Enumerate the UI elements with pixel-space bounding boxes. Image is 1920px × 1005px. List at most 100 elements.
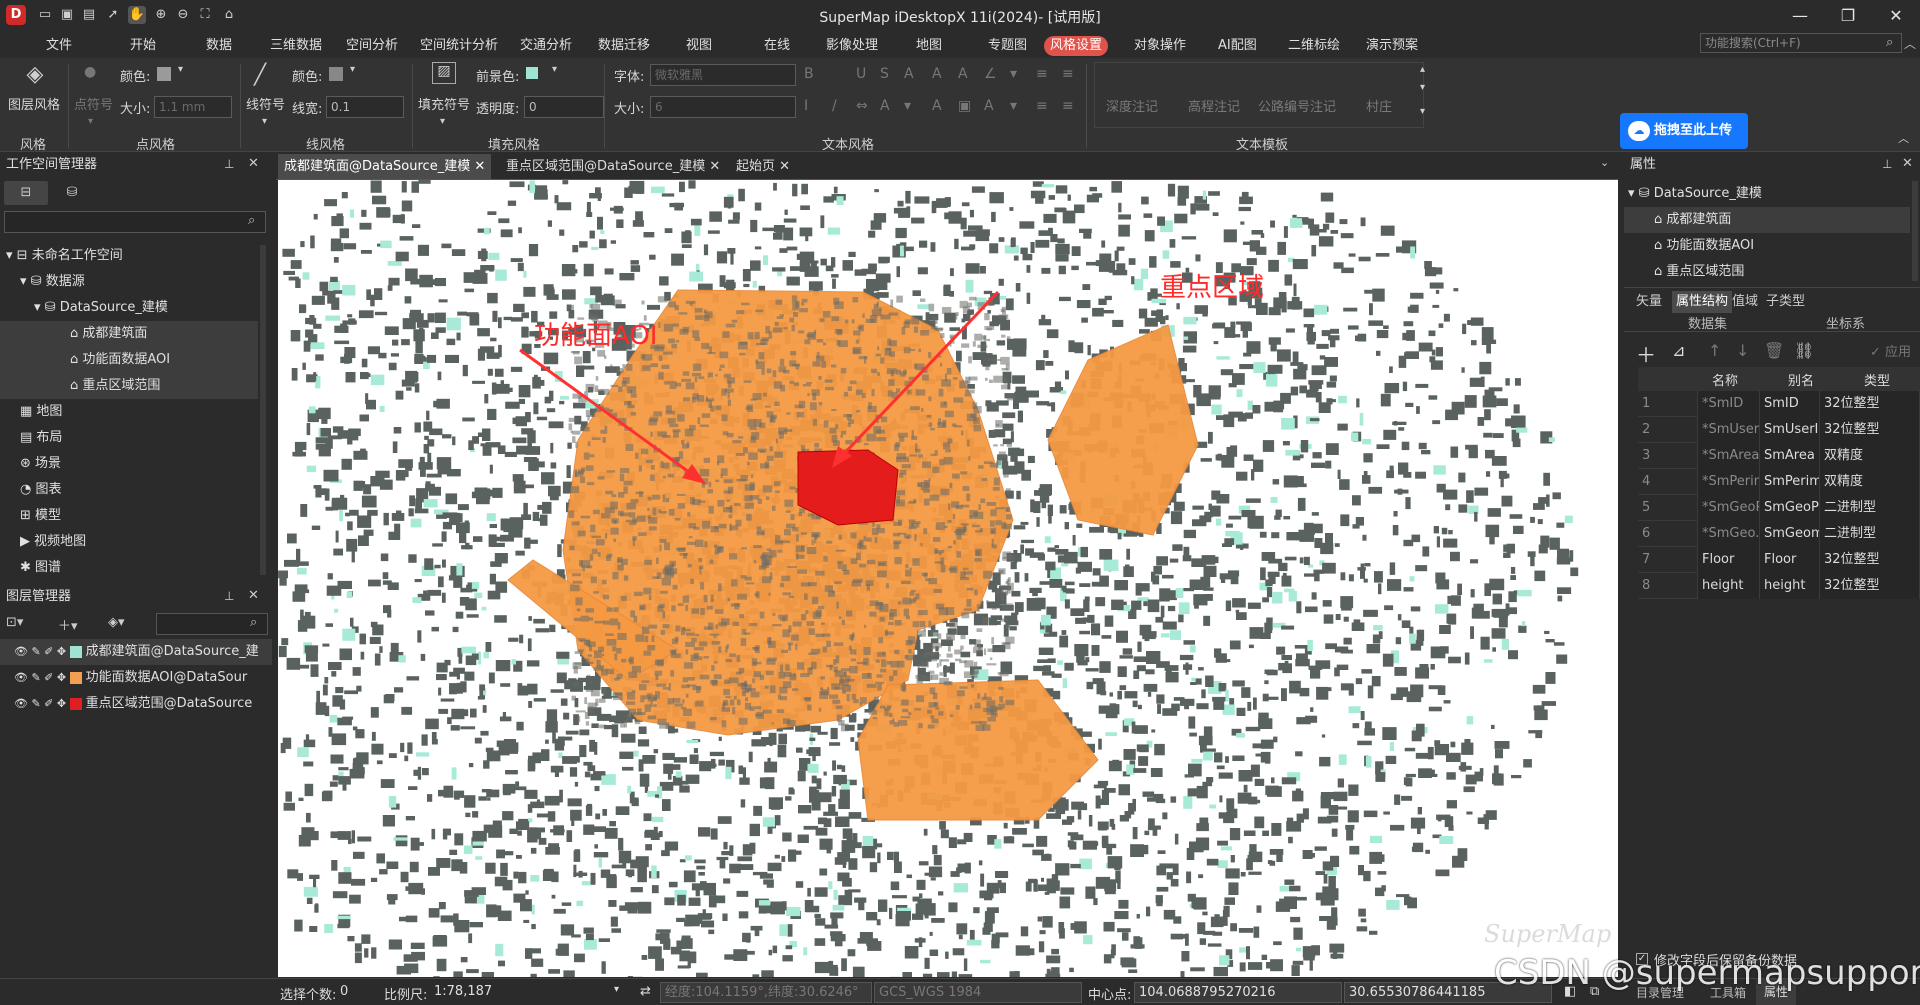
row-index[interactable]: 6	[1638, 521, 1698, 547]
text-stretch-icon[interactable]: ⇔	[856, 98, 868, 114]
field-alias[interactable]: SmArea	[1760, 443, 1820, 469]
field-alias[interactable]: SmUserID	[1760, 417, 1820, 443]
search-icon[interactable]: ⌕	[1886, 35, 1893, 50]
align-center-icon[interactable]: ≡	[1062, 66, 1074, 82]
row-index[interactable]: 1	[1638, 391, 1698, 417]
property-tab[interactable]: 值域	[1728, 291, 1762, 313]
point-size-input[interactable]: 1.1 mm	[154, 96, 232, 118]
add-layer-icon[interactable]: ＋▾	[58, 615, 78, 634]
table-row[interactable]: 8 height height 32位整型	[1638, 573, 1920, 599]
field-alias[interactable]: SmGeoPa...	[1760, 495, 1820, 521]
chevron-down-icon[interactable]: ▾	[1010, 66, 1017, 82]
menu-item[interactable]: 地图	[910, 36, 948, 56]
field-alias[interactable]: SmPerim...	[1760, 469, 1820, 495]
underline-icon[interactable]: U	[856, 66, 866, 82]
scale-input[interactable]: 1:78,187	[430, 982, 630, 1003]
menu-item[interactable]: AI配图	[1212, 36, 1263, 56]
menu-item[interactable]: 空间统计分析	[414, 36, 504, 56]
close-icon[interactable]: ✕	[248, 588, 259, 603]
apply-button[interactable]: ✓ 应用	[1870, 341, 1911, 360]
gallery-expand-icon[interactable]: ▾	[1420, 106, 1425, 117]
link-icon[interactable]: ⛓	[1794, 341, 1814, 360]
layer-visibility-icon[interactable]: 👁 ✎ ✐ ✥	[14, 645, 70, 658]
pin-icon[interactable]: ⊥	[1882, 157, 1892, 171]
rotate-text-icon[interactable]: ∠	[984, 66, 997, 82]
shadow-text-icon[interactable]: A	[958, 66, 968, 82]
close-icon[interactable]: ✕	[248, 156, 259, 171]
graphs-node[interactable]: ✱ 图谱	[0, 555, 258, 581]
line-icon[interactable]: ╱	[254, 62, 266, 86]
field-name[interactable]: *SmID	[1698, 391, 1760, 417]
datasources-node[interactable]: ▾ ⛁ 数据源	[0, 269, 258, 295]
tab-list-icon[interactable]: ⌄	[1600, 156, 1609, 169]
chevron-down-icon[interactable]: ▾	[178, 64, 183, 75]
charts-node[interactable]: ◔ 图表	[0, 477, 258, 503]
subtab-crs[interactable]: 坐标系	[1826, 313, 1865, 332]
tab-key-area-map[interactable]: 重点区域范围@DataSource_建模 ✕	[500, 154, 726, 179]
workspace-filter-input[interactable]	[4, 211, 266, 233]
outline-text-icon[interactable]: A	[932, 66, 942, 82]
map-canvas[interactable]	[278, 180, 1618, 977]
foreground-color-swatch[interactable]	[526, 67, 538, 79]
text-size-select[interactable]: 6	[650, 96, 796, 118]
layer-item[interactable]: 👁 ✎ ✐ ✥ 重点区域范围@DataSource	[0, 691, 272, 717]
column-header-name[interactable]: 名称	[1712, 370, 1738, 389]
column-header-alias[interactable]: 别名	[1788, 370, 1814, 389]
background-color-icon[interactable]: A	[880, 98, 890, 114]
menu-item[interactable]: 对象操作	[1128, 36, 1192, 56]
property-tab[interactable]: 矢量	[1632, 291, 1666, 313]
workspace-node[interactable]: ▾ ⊟ 未命名工作空间	[0, 243, 258, 269]
field-name[interactable]: *SmGeoP...	[1698, 495, 1760, 521]
line-symbol-button[interactable]: 线符号	[246, 94, 285, 113]
row-index[interactable]: 8	[1638, 573, 1698, 599]
open-map-icon[interactable]: ⊡▾	[6, 615, 23, 630]
property-tab[interactable]: 子类型	[1762, 291, 1809, 313]
table-row[interactable]: 3 *SmArea SmArea 双精度	[1638, 443, 1920, 469]
collapse-ribbon-icon[interactable]: ︿	[1898, 130, 1909, 146]
field-alias[interactable]: SmGeom...	[1760, 521, 1820, 547]
field-name[interactable]: Floor	[1698, 547, 1760, 573]
template-depth[interactable]: 深度注记	[1106, 96, 1158, 115]
line-color-swatch[interactable]	[329, 67, 343, 81]
field-type[interactable]: 双精度	[1820, 443, 1920, 469]
menu-item[interactable]: 数据迁移	[592, 36, 656, 56]
tab-buildings-map[interactable]: 成都建筑面@DataSource_建模 ✕	[278, 154, 492, 179]
field-alias[interactable]: Floor	[1760, 547, 1820, 573]
video-maps-node[interactable]: ▶ 视频地图	[0, 529, 258, 555]
chevron-down-icon[interactable]: ▾	[440, 116, 445, 127]
layer-style-icon[interactable]: ◈	[20, 62, 50, 87]
dataset-node[interactable]: ⌂ 功能面数据AOI	[0, 347, 258, 373]
scrollbar[interactable]	[1912, 181, 1918, 281]
menu-item[interactable]: 影像处理	[820, 36, 884, 56]
italic-icon[interactable]: I	[804, 98, 808, 114]
point-color-swatch[interactable]	[157, 67, 171, 81]
close-icon[interactable]: ✕	[709, 159, 720, 174]
fill-symbol-icon[interactable]: ▨	[432, 62, 456, 84]
property-tab[interactable]: 属性结构	[1672, 291, 1733, 313]
field-name[interactable]: *SmArea	[1698, 443, 1760, 469]
layer-visibility-icon[interactable]: 👁 ✎ ✐ ✥	[14, 697, 70, 710]
field-type[interactable]: 二进制型	[1820, 521, 1920, 547]
font-select[interactable]: 微软雅黑	[650, 64, 796, 86]
cloud-datasource-tab-icon[interactable]: ⛁	[54, 181, 90, 205]
tab-start-page[interactable]: 起始页 ✕	[730, 154, 796, 179]
layer-style-button[interactable]: 图层风格	[8, 94, 60, 113]
column-header-type[interactable]: 类型	[1864, 370, 1890, 389]
table-row[interactable]: 2*SmUserIDSmUserID32位整型	[1638, 417, 1920, 443]
chevron-down-icon[interactable]: ▾	[614, 984, 619, 995]
center-x-input[interactable]: 104.0688795270216	[1134, 982, 1342, 1003]
slant-icon[interactable]: /	[832, 98, 837, 114]
align-left-icon[interactable]: ≡	[1036, 66, 1048, 82]
search-icon[interactable]: ⌕	[250, 615, 257, 630]
datasource-node[interactable]: ▾ ⛁ DataSource_建模	[0, 295, 258, 321]
add-field-icon[interactable]: ＋	[1636, 339, 1656, 368]
template-elevation[interactable]: 高程注记	[1188, 96, 1240, 115]
chevron-down-icon[interactable]: ▾	[350, 64, 355, 75]
table-row[interactable]: 4*SmPerim...SmPerim...双精度	[1638, 469, 1920, 495]
menu-item[interactable]: 文件	[40, 36, 78, 56]
move-down-icon[interactable]: ↓	[1736, 341, 1749, 360]
font-color-icon[interactable]: A	[904, 66, 914, 82]
menu-item[interactable]: 数据	[200, 36, 238, 56]
subtab-dataset[interactable]: 数据集	[1688, 313, 1727, 332]
table-row[interactable]: 7 Floor Floor 32位整型	[1638, 547, 1920, 573]
